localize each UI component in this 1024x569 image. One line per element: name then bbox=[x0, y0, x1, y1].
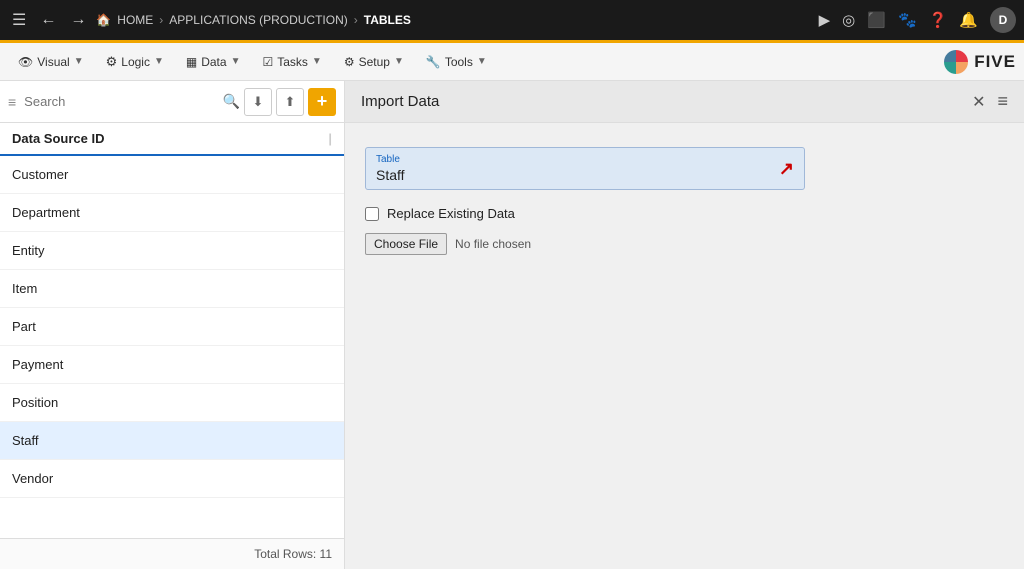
table-select[interactable]: Table Staff ↗ bbox=[365, 147, 805, 190]
breadcrumb: 🏠 HOME › APPLICATIONS (PRODUCTION) › TAB… bbox=[96, 13, 411, 27]
nav-data[interactable]: ▦ Data ▼ bbox=[176, 49, 251, 75]
choose-file-button[interactable]: Choose File bbox=[365, 233, 447, 255]
list-item[interactable]: Staff bbox=[0, 422, 344, 460]
five-logo-icon bbox=[942, 48, 970, 76]
five-logo-area: FIVE bbox=[942, 48, 1016, 76]
nav-setup[interactable]: ⚙ Setup ▼ bbox=[334, 49, 414, 75]
file-upload-row: Choose File No file chosen bbox=[365, 233, 1004, 255]
filter-icon[interactable]: ≡ bbox=[8, 94, 16, 110]
setup-arrow: ▼ bbox=[394, 56, 404, 67]
nav-logic[interactable]: ⚙ Logic ▼ bbox=[96, 48, 174, 76]
visual-arrow: ▼ bbox=[74, 56, 84, 67]
list-item[interactable]: Payment bbox=[0, 346, 344, 384]
list-item[interactable]: Entity bbox=[0, 232, 344, 270]
hamburger-icon[interactable]: ☰ bbox=[8, 6, 30, 34]
setup-icon: ⚙ bbox=[344, 55, 355, 69]
secondary-navigation: 👁 Visual ▼ ⚙ Logic ▼ ▦ Data ▼ ☑ Tasks ▼ … bbox=[0, 43, 1024, 81]
table-field: Table Staff ↗ bbox=[365, 147, 1004, 190]
list-item[interactable]: Part bbox=[0, 308, 344, 346]
search-nav-icon[interactable]: ◎ bbox=[842, 11, 855, 29]
replace-existing-label: Replace Existing Data bbox=[387, 206, 515, 221]
panel-title: Import Data bbox=[361, 93, 439, 110]
tools-icon: 🔧 bbox=[426, 55, 441, 69]
replace-data-row: Replace Existing Data bbox=[365, 206, 1004, 221]
panel-header-actions: ✕ ≡ bbox=[972, 91, 1008, 112]
breadcrumb-home[interactable]: HOME bbox=[117, 13, 153, 27]
search-bar: ≡ 🔍 ⬇ ⬆ + bbox=[0, 81, 344, 123]
close-button[interactable]: ✕ bbox=[972, 92, 985, 112]
breadcrumb-tables[interactable]: TABLES bbox=[364, 13, 411, 27]
search-icon[interactable]: 🔍 bbox=[223, 93, 240, 110]
list-item[interactable]: Customer bbox=[0, 156, 344, 194]
search-input[interactable] bbox=[24, 94, 218, 109]
list-item[interactable]: Vendor bbox=[0, 460, 344, 498]
back-icon[interactable]: ← bbox=[36, 7, 60, 33]
export-up-button[interactable]: ⬆ bbox=[276, 88, 304, 116]
export-down-button[interactable]: ⬇ bbox=[244, 88, 272, 116]
right-panel: Import Data ✕ ≡ Table Staff ↗ Replace Ex… bbox=[345, 81, 1024, 569]
logic-icon: ⚙ bbox=[106, 54, 118, 70]
list-item[interactable]: Department bbox=[0, 194, 344, 232]
bell-icon[interactable]: 🔔 bbox=[959, 11, 978, 29]
table-label: Table bbox=[376, 154, 794, 165]
visual-icon: 👁 bbox=[18, 55, 33, 69]
breadcrumb-sep-1: › bbox=[159, 13, 163, 27]
top-navigation: ☰ ← → 🏠 HOME › APPLICATIONS (PRODUCTION)… bbox=[0, 0, 1024, 40]
avatar[interactable]: D bbox=[990, 7, 1016, 33]
list-footer: Total Rows: 11 bbox=[0, 538, 344, 569]
data-list: CustomerDepartmentEntityItemPartPaymentP… bbox=[0, 156, 344, 538]
nav-tools[interactable]: 🔧 Tools ▼ bbox=[416, 49, 497, 75]
total-rows-label: Total Rows: 11 bbox=[254, 547, 332, 561]
table-value: Staff bbox=[376, 167, 794, 183]
stop-icon[interactable]: ⬛ bbox=[867, 11, 886, 29]
tools-arrow: ▼ bbox=[477, 56, 487, 67]
dropdown-arrow-icon: ↗ bbox=[779, 158, 794, 179]
panel-body: Table Staff ↗ Replace Existing Data Choo… bbox=[345, 123, 1024, 569]
breadcrumb-applications[interactable]: APPLICATIONS (PRODUCTION) bbox=[169, 13, 347, 27]
left-panel: ≡ 🔍 ⬇ ⬆ + Data Source ID | CustomerDepar… bbox=[0, 81, 345, 569]
panel-header: Import Data ✕ ≡ bbox=[345, 81, 1024, 123]
data-arrow: ▼ bbox=[231, 56, 241, 67]
breadcrumb-sep-2: › bbox=[354, 13, 358, 27]
forward-icon[interactable]: → bbox=[66, 7, 90, 33]
tasks-arrow: ▼ bbox=[312, 56, 322, 67]
home-icon: 🏠 bbox=[96, 13, 111, 27]
nav-tasks[interactable]: ☑ Tasks ▼ bbox=[252, 49, 331, 75]
play-icon[interactable]: ▶ bbox=[819, 11, 831, 29]
replace-existing-checkbox[interactable] bbox=[365, 207, 379, 221]
column-header: Data Source ID | bbox=[0, 123, 344, 156]
main-content: ≡ 🔍 ⬇ ⬆ + Data Source ID | CustomerDepar… bbox=[0, 81, 1024, 569]
column-header-label: Data Source ID bbox=[12, 131, 104, 146]
list-item[interactable]: Item bbox=[0, 270, 344, 308]
help-icon[interactable]: ❓ bbox=[929, 11, 948, 29]
file-status-label: No file chosen bbox=[455, 237, 531, 251]
chat-icon[interactable]: 🐾 bbox=[898, 11, 917, 29]
five-logo: FIVE bbox=[942, 48, 1016, 76]
top-nav-right: ▶ ◎ ⬛ 🐾 ❓ 🔔 D bbox=[819, 7, 1016, 33]
nav-visual[interactable]: 👁 Visual ▼ bbox=[8, 49, 94, 75]
tasks-icon: ☑ bbox=[262, 55, 273, 69]
data-icon: ▦ bbox=[186, 55, 197, 69]
column-resize-handle[interactable]: | bbox=[328, 131, 332, 146]
logic-arrow: ▼ bbox=[154, 56, 164, 67]
list-item[interactable]: Position bbox=[0, 384, 344, 422]
panel-menu-button[interactable]: ≡ bbox=[997, 91, 1008, 112]
add-button[interactable]: + bbox=[308, 88, 336, 116]
